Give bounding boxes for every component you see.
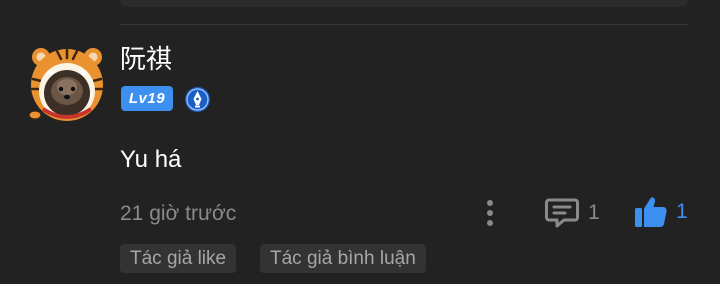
user-avatar[interactable] — [27, 43, 107, 123]
author-commented-tag: Tác giả bình luận — [260, 244, 426, 273]
previous-comment-card — [120, 0, 688, 7]
comment-divider — [120, 24, 688, 25]
username[interactable]: 阮祺 — [120, 44, 172, 76]
author-liked-tag: Tác giả like — [120, 244, 237, 273]
more-options-button[interactable] — [476, 196, 504, 230]
pen-nib-badge-icon — [185, 87, 210, 112]
reply-button[interactable]: 1 — [544, 196, 600, 230]
like-button[interactable]: 1 — [634, 194, 688, 230]
like-count: 1 — [676, 200, 688, 223]
level-badge: Lv19 — [121, 86, 173, 111]
comment-text: Yu há — [120, 146, 182, 173]
thumbs-up-icon — [635, 197, 667, 227]
timestamp: 21 giờ trước — [120, 202, 237, 225]
vertical-dots-icon — [487, 200, 493, 226]
reply-count: 1 — [588, 201, 600, 224]
comment-bubble-icon — [545, 198, 579, 228]
comment-screen: 阮祺 Lv19 Yu há 21 giờ trước 1 1 Tác giả l… — [0, 0, 720, 284]
